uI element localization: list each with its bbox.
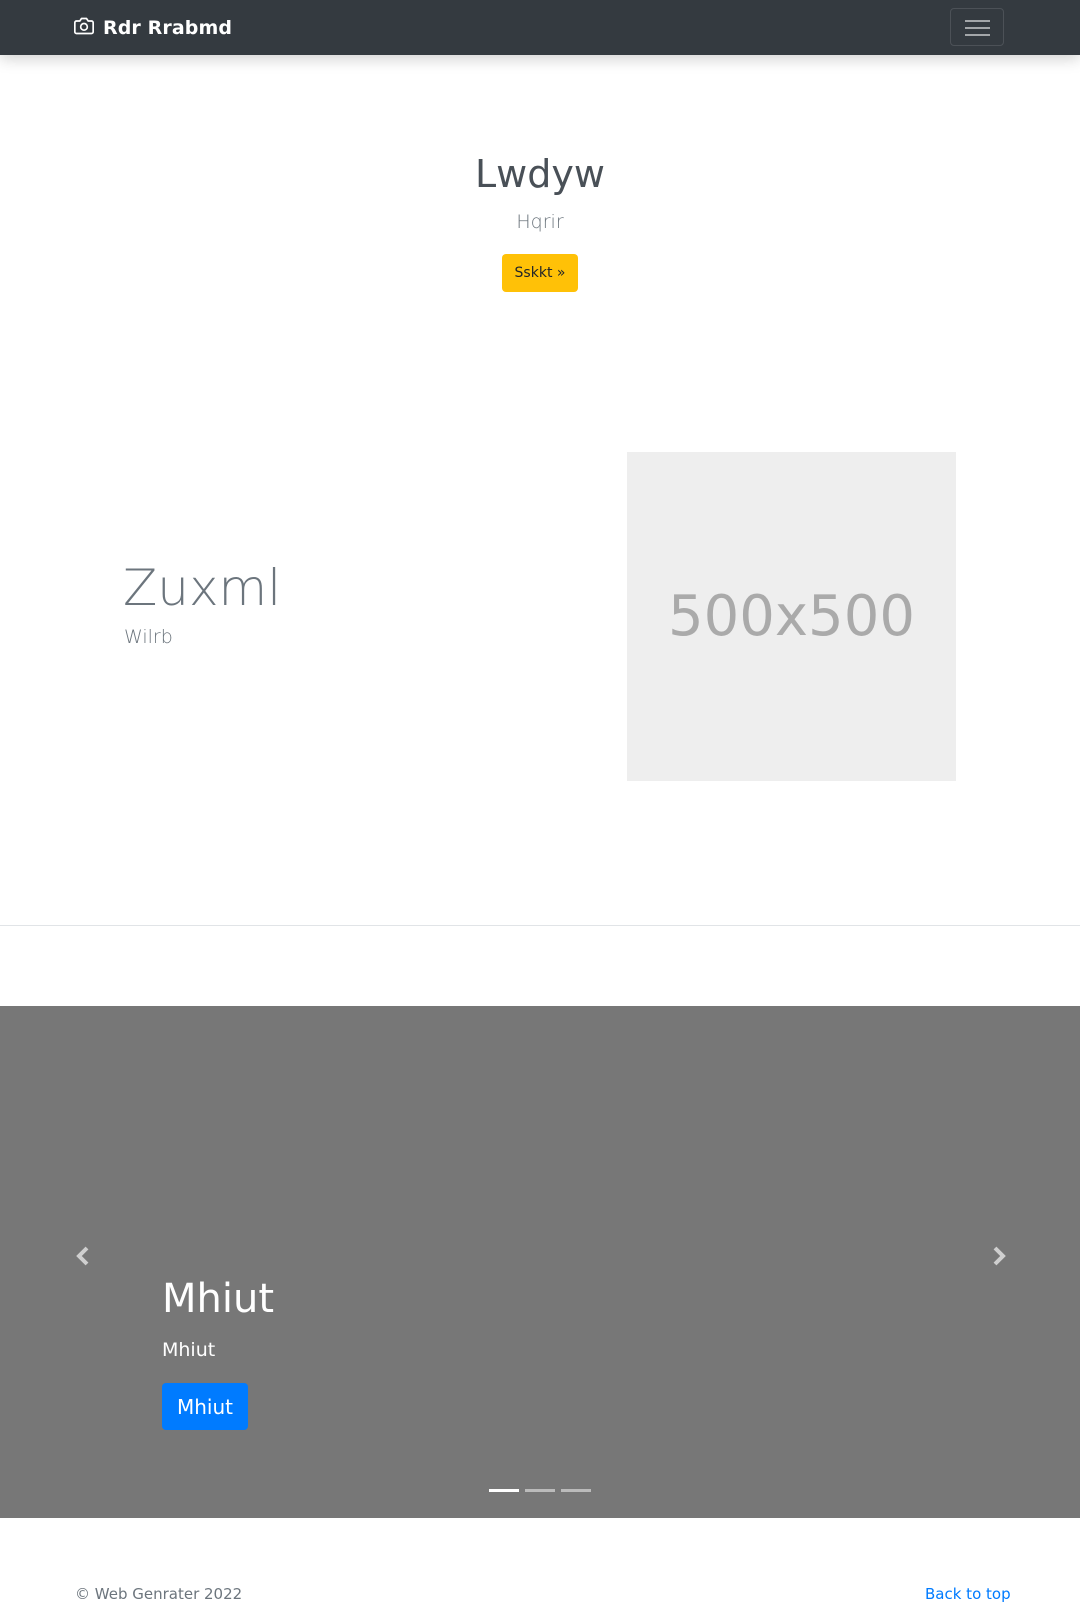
chevron-left-icon	[76, 1246, 89, 1266]
carousel-indicator-1[interactable]	[489, 1489, 519, 1492]
carousel-indicator-2[interactable]	[525, 1489, 555, 1492]
carousel-next-button[interactable]	[984, 1241, 1014, 1271]
feature-image-placeholder: 500x500	[627, 452, 956, 781]
hero-title: Lwdyw	[475, 152, 605, 196]
footer-copyright: © Web Genrater 2022	[75, 1585, 243, 1603]
chevron-right-icon	[993, 1246, 1006, 1266]
carousel: Mhiut Mhiut Mhiut	[0, 1006, 1080, 1518]
section-divider	[0, 925, 1080, 926]
brand-name: Rdr Rrabmd	[103, 17, 233, 39]
feature-lead: Wilrb	[124, 626, 173, 648]
hero-cta-button[interactable]: Sskkt »	[502, 254, 578, 292]
slide-text: Mhiut	[162, 1339, 216, 1361]
back-to-top-link[interactable]: Back to top	[925, 1585, 1011, 1603]
slide-button[interactable]: Mhiut	[162, 1383, 248, 1430]
camera-icon	[74, 16, 103, 40]
feature-heading: Zuxml	[123, 559, 282, 617]
navbar-toggler-button[interactable]	[950, 8, 1004, 46]
carousel-indicators	[489, 1489, 597, 1493]
navbar: Rdr Rrabmd	[0, 0, 1080, 55]
slide-title: Mhiut	[162, 1276, 275, 1322]
brand-link[interactable]: Rdr Rrabmd	[74, 14, 232, 42]
carousel-indicator-3[interactable]	[561, 1489, 591, 1492]
hero-subtitle: Hqrir	[516, 211, 564, 233]
carousel-prev-button[interactable]	[68, 1241, 98, 1271]
placeholder-label: 500x500	[668, 584, 915, 649]
